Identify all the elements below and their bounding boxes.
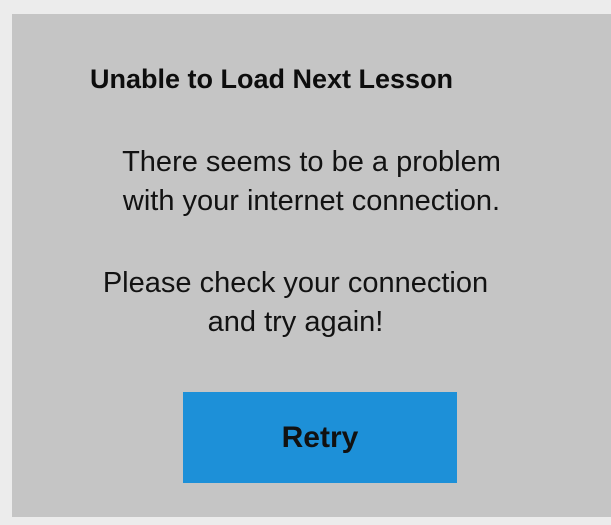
retry-button[interactable]: Retry xyxy=(183,392,457,483)
connection-problem-line-2: with your internet connection. xyxy=(122,185,501,217)
error-dialog: Unable to Load Next Lesson There seems t… xyxy=(12,14,611,517)
connection-problem-message: There seems to be a problem with your in… xyxy=(12,143,611,221)
check-connection-line-1: Please check your connection xyxy=(102,267,489,299)
dialog-title: Unable to Load Next Lesson xyxy=(90,64,454,94)
connection-problem-line-1: There seems to be a problem xyxy=(122,146,501,178)
check-connection-line-2: and try again! xyxy=(207,306,384,338)
check-connection-message: Please check your connection and try aga… xyxy=(0,264,595,342)
